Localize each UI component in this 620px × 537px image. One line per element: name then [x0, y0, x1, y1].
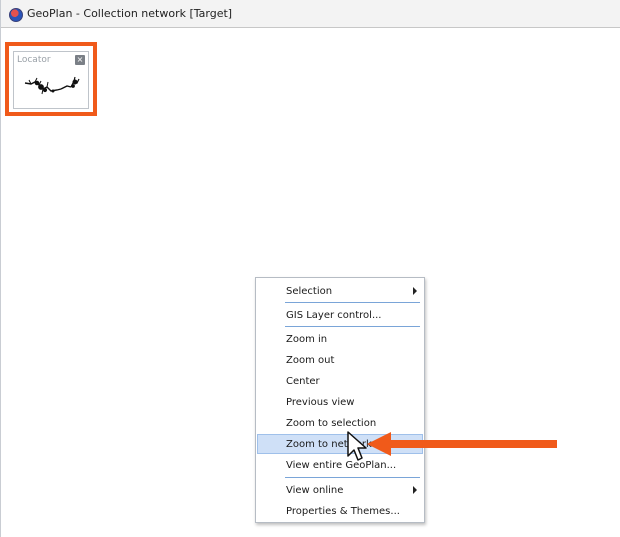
menu-item-label: Zoom in	[286, 333, 328, 345]
context-menu[interactable]: Selection GIS Layer control... Zoom in Z…	[255, 277, 425, 523]
menu-item-label: Zoom out	[286, 354, 335, 366]
geoplan-app-icon	[9, 8, 23, 22]
title-bar[interactable]: GeoPlan - Collection network [Target]	[1, 0, 620, 28]
menu-item-label: View entire GeoPlan...	[286, 459, 397, 471]
menu-separator	[285, 302, 420, 303]
close-icon[interactable]: ×	[75, 55, 85, 65]
menu-item-zoom-in[interactable]: Zoom in	[257, 329, 423, 349]
geoplan-window: GeoPlan - Collection network [Target] Lo…	[0, 0, 620, 537]
locator-title: Locator	[17, 55, 51, 65]
menu-item-center[interactable]: Center	[257, 371, 423, 391]
menu-item-label: Properties & Themes...	[286, 505, 400, 517]
menu-item-gis-layer-control[interactable]: GIS Layer control...	[257, 305, 423, 325]
menu-item-label: Center	[286, 375, 320, 387]
menu-item-zoom-out[interactable]: Zoom out	[257, 350, 423, 370]
menu-separator	[285, 477, 420, 478]
menu-separator	[285, 326, 420, 327]
menu-item-label: GIS Layer control...	[286, 309, 382, 321]
menu-item-label: Previous view	[286, 396, 355, 408]
menu-item-selection[interactable]: Selection	[257, 281, 423, 301]
window-title: GeoPlan - Collection network [Target]	[27, 7, 233, 20]
menu-item-previous-view[interactable]: Previous view	[257, 392, 423, 412]
menu-item-view-online[interactable]: View online	[257, 480, 423, 500]
menu-item-label: Zoom to selection	[286, 417, 377, 429]
locator-panel[interactable]: Locator ×	[13, 51, 89, 109]
menu-item-label: Selection	[286, 285, 333, 297]
menu-item-properties-themes[interactable]: Properties & Themes...	[257, 501, 423, 521]
submenu-arrow-icon	[413, 486, 417, 494]
menu-item-zoom-to-selection[interactable]: Zoom to selection	[257, 413, 423, 433]
submenu-arrow-icon	[413, 287, 417, 295]
locator-map-thumbnail[interactable]	[17, 69, 85, 105]
network-overview-icon	[24, 76, 80, 95]
menu-item-label: View online	[286, 484, 344, 496]
menu-item-view-entire-geoplan[interactable]: View entire GeoPlan...	[257, 455, 423, 475]
mouse-pointer-icon	[347, 431, 367, 461]
locator-header: Locator ×	[14, 52, 88, 67]
orange-arrow-annotation	[367, 432, 557, 456]
